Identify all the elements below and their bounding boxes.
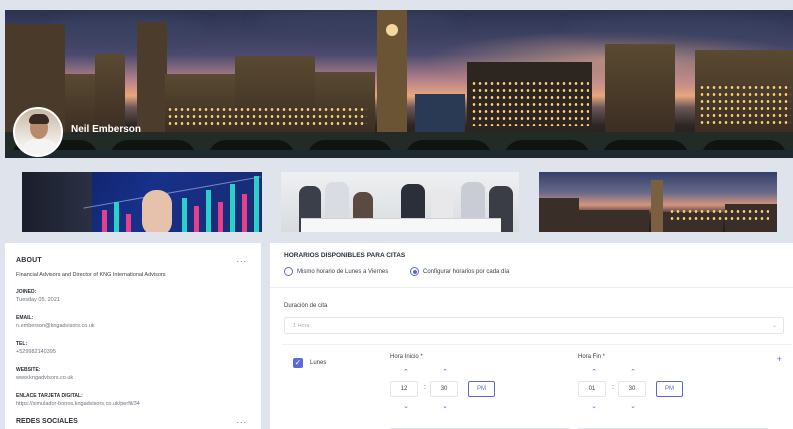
divider: [270, 287, 793, 288]
start-time-label: Hora Inicio *: [390, 354, 423, 360]
minute-up-icon[interactable]: ⌃: [437, 368, 453, 376]
gallery-image-meeting[interactable]: [281, 172, 519, 232]
end-time-label: Hora Fin *: [578, 354, 606, 360]
about-title: ABOUT: [16, 257, 42, 264]
chevron-down-icon: ⌄: [771, 323, 777, 329]
end-minute-input[interactable]: 30: [618, 381, 646, 397]
monday-checkbox[interactable]: ✓: [293, 358, 303, 368]
minute-up-icon[interactable]: ⌃: [625, 368, 641, 376]
day-row-monday: ✓ Lunes Hora Inicio * ⌃ ⌃ 12 : 30 PM ⌄ ⌄…: [282, 344, 792, 429]
card-link-value[interactable]: https://simulador-bonos.kngadvisors.co.u…: [16, 401, 140, 407]
about-more-icon[interactable]: ...: [236, 254, 247, 264]
radio-label: Mismo horario de Lunes a Viernes: [297, 268, 389, 275]
radio-on-icon: [410, 267, 419, 276]
radio-off-icon: [284, 267, 293, 276]
profile-name: Neil Emberson: [71, 124, 142, 135]
start-period-button[interactable]: PM: [468, 381, 495, 397]
hour-down-icon[interactable]: ⌄: [398, 402, 414, 410]
schedule-title: HORARIOS DISPONIBLES PARA CITAS: [284, 252, 406, 259]
avatar[interactable]: [13, 107, 63, 157]
cover-banner: [5, 10, 793, 158]
duration-value: 1 Hora: [293, 323, 310, 329]
duration-label: Duración de cita: [284, 303, 328, 309]
social-title: REDES SOCIALES: [16, 418, 78, 425]
about-card: ABOUT ... Financial Advisors and Directo…: [5, 243, 261, 429]
hour-down-icon[interactable]: ⌄: [586, 402, 602, 410]
radio-per-day-schedule[interactable]: Configurar horarios por cada día: [410, 267, 509, 276]
minute-down-icon[interactable]: ⌄: [437, 402, 453, 410]
about-description: Financial Advisors and Director of KNG I…: [16, 272, 166, 278]
card-link-label: ENLACE TARJETA DIGITAL:: [16, 393, 83, 399]
website-value[interactable]: www.kngadvisors.co.uk: [16, 375, 73, 381]
tel-label: TEL:: [16, 341, 28, 347]
minute-down-icon[interactable]: ⌄: [625, 402, 641, 410]
email-value[interactable]: n.emberson@kngadvisors.co.uk: [16, 323, 95, 329]
monday-label: Lunes: [310, 360, 327, 366]
hour-up-icon[interactable]: ⌃: [398, 368, 414, 376]
hour-up-icon[interactable]: ⌃: [586, 368, 602, 376]
gallery-image-finance-chart[interactable]: [22, 172, 262, 232]
joined-label: JOINED:: [16, 289, 37, 295]
gallery-image-london[interactable]: [539, 172, 777, 232]
email-label: EMAIL:: [16, 315, 34, 321]
time-separator: :: [424, 384, 426, 391]
schedule-card: HORARIOS DISPONIBLES PARA CITAS Mismo ho…: [270, 243, 793, 429]
tel-value[interactable]: +529982140395: [16, 349, 56, 355]
joined-value: Tuesday 05, 2021: [16, 297, 60, 303]
add-time-button[interactable]: +: [777, 354, 782, 364]
end-hour-input[interactable]: 01: [578, 381, 606, 397]
radio-label: Configurar horarios por cada día: [423, 268, 510, 275]
website-label: WEBSITE:: [16, 367, 41, 373]
start-hour-input[interactable]: 12: [390, 381, 418, 397]
end-period-button[interactable]: PM: [656, 381, 683, 397]
duration-select[interactable]: 1 Hora ⌄: [284, 317, 784, 334]
radio-same-schedule[interactable]: Mismo horario de Lunes a Viernes: [284, 267, 388, 276]
time-separator: :: [612, 384, 614, 391]
social-more-icon[interactable]: ...: [236, 415, 247, 425]
start-minute-input[interactable]: 30: [430, 381, 458, 397]
